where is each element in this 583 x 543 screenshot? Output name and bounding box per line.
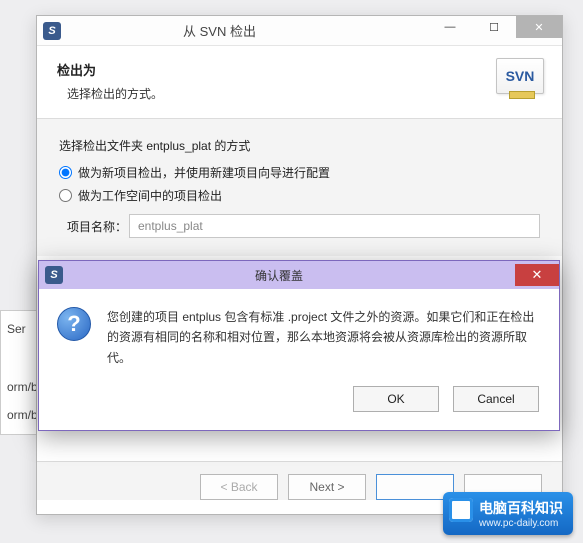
window-title: 从 SVN 检出 — [11, 21, 428, 40]
site-url: www.pc-daily.com — [479, 518, 563, 529]
site-watermark-badge: 电脑百科知识 www.pc-daily.com — [443, 492, 573, 535]
window-controls: — ☐ ✕ — [428, 16, 562, 45]
wizard-header: 检出为 选择检出的方式。 SVN — [37, 46, 562, 119]
project-name-input[interactable] — [129, 214, 540, 238]
svn-logo-icon: SVN — [496, 58, 544, 94]
maximize-button[interactable]: ☐ — [472, 16, 516, 38]
back-button[interactable]: < Back — [200, 474, 278, 500]
radio-new-project-input[interactable] — [59, 166, 72, 179]
radio-workspace-project-label: 做为工作空间中的项目检出 — [78, 187, 222, 204]
close-button[interactable]: ✕ — [516, 16, 562, 38]
next-button[interactable]: Next > — [288, 474, 366, 500]
checkout-mode-label: 选择检出文件夹 entplus_plat 的方式 — [59, 137, 540, 154]
modal-cancel-button[interactable]: Cancel — [453, 386, 539, 412]
bg-tab: Ser — [7, 322, 26, 336]
project-name-row: 项目名称： — [59, 214, 540, 238]
titlebar: S 从 SVN 检出 — ☐ ✕ — [37, 16, 562, 46]
minimize-button[interactable]: — — [428, 16, 472, 38]
wizard-content: 选择检出文件夹 entplus_plat 的方式 做为新项目检出，并使用新建项目… — [37, 119, 562, 256]
radio-workspace-project[interactable]: 做为工作空间中的项目检出 — [59, 187, 540, 204]
bg-line1: orm/b — [7, 380, 38, 394]
bg-line2: orm/b — [7, 408, 38, 422]
modal-title: 确认覆盖 — [43, 267, 515, 284]
modal-titlebar: S 确认覆盖 ✕ — [39, 261, 559, 289]
radio-new-project-label: 做为新项目检出，并使用新建项目向导进行配置 — [78, 164, 330, 181]
wizard-heading: 检出为 — [57, 60, 542, 79]
ok-button[interactable]: OK — [353, 386, 439, 412]
modal-body: ? 您创建的项目 entplus 包含有标准 .project 文件之外的资源。… — [39, 289, 559, 378]
question-icon: ? — [57, 307, 91, 341]
wizard-subtitle: 选择检出的方式。 — [57, 85, 542, 102]
modal-button-row: OK Cancel — [39, 378, 559, 430]
site-name: 电脑百科知识 — [479, 498, 563, 518]
project-name-label: 项目名称： — [59, 218, 129, 235]
radio-workspace-project-input[interactable] — [59, 189, 72, 202]
radio-new-project[interactable]: 做为新项目检出，并使用新建项目向导进行配置 — [59, 164, 540, 181]
modal-close-button[interactable]: ✕ — [515, 264, 559, 286]
confirm-overwrite-dialog: S 确认覆盖 ✕ ? 您创建的项目 entplus 包含有标准 .project… — [38, 260, 560, 431]
modal-message: 您创建的项目 entplus 包含有标准 .project 文件之外的资源。如果… — [107, 307, 541, 368]
